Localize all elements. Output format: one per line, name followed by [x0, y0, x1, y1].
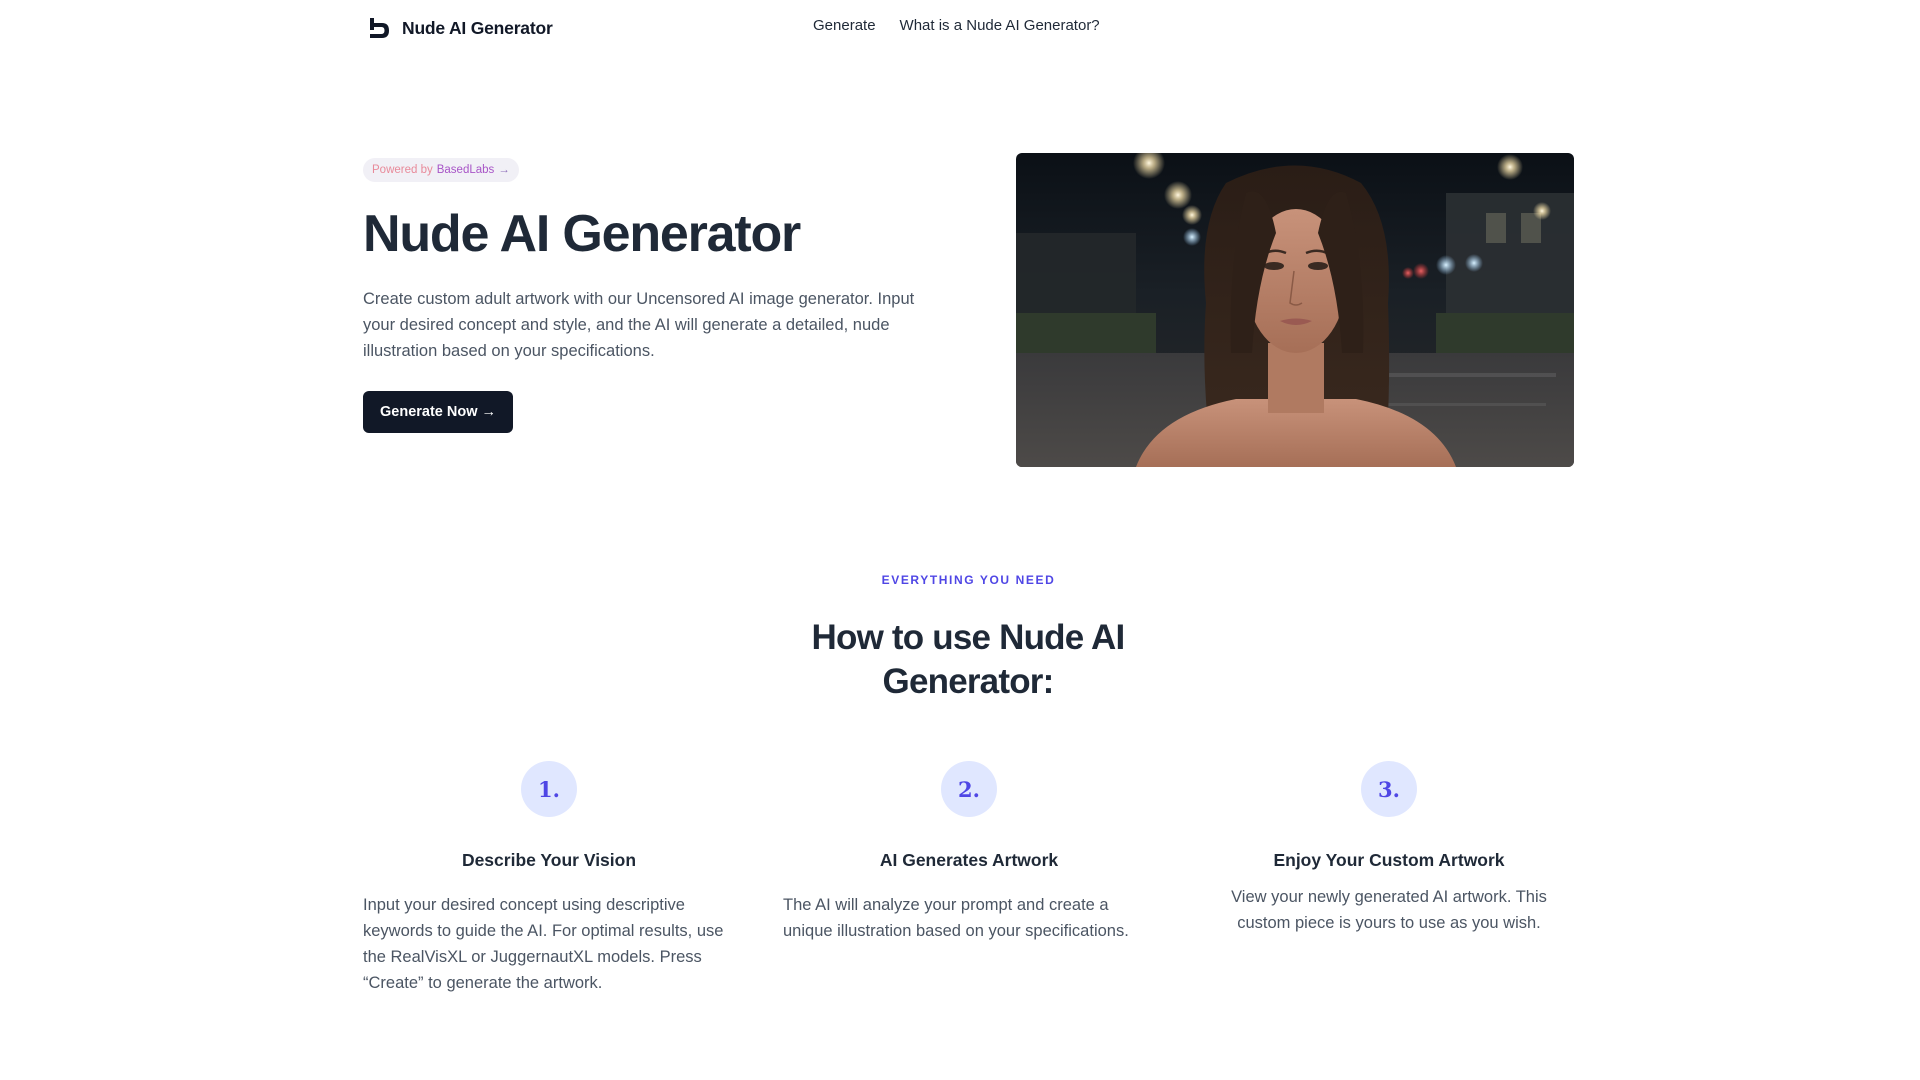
section-eyebrow: EVERYTHING YOU NEED — [881, 573, 1056, 587]
step-description: The AI will analyze your prompt and crea… — [783, 896, 1129, 940]
step-title: Describe Your Vision — [461, 850, 637, 870]
main-nav: Generate What is a Nude AI Generator? — [813, 17, 1100, 34]
basedlabs-logo-icon — [370, 18, 389, 38]
nav-link-what-is[interactable]: What is a Nude AI Generator? — [900, 17, 1100, 34]
step-description: Input your desired concept using descrip… — [363, 896, 724, 992]
hero-description: Create custom adult artwork with our Unc… — [363, 290, 915, 360]
powered-by-brand: BasedLabs — [436, 164, 495, 176]
powered-by-prefix: Powered by — [372, 164, 433, 176]
hero-title: Nude AI Generator — [363, 205, 801, 263]
step-number-badge: 3. — [1361, 761, 1417, 817]
step-card-2: 2. AI Generates Artwork The AI will anal… — [783, 761, 1155, 944]
hero-portrait-image — [1016, 153, 1574, 467]
generate-now-button[interactable]: Generate Now → — [363, 391, 514, 433]
step-number-badge: 1. — [521, 761, 577, 817]
section-title: How to use Nude AI Generator: — [811, 618, 1126, 701]
hero-content: Powered by BasedLabs → Nude AI Generator… — [363, 158, 933, 433]
arrow-right-icon: → — [498, 164, 510, 176]
step-number-badge: 2. — [941, 761, 997, 817]
step-description: View your newly generated AI artwork. Th… — [1231, 888, 1547, 932]
step-title: AI Generates Artwork — [879, 850, 1059, 870]
brand-name: Nude AI Generator — [402, 17, 553, 38]
nav-link-generate[interactable]: Generate — [813, 17, 876, 34]
step-card-1: 1. Describe Your Vision Input your desir… — [363, 761, 735, 996]
step-title: Enjoy Your Custom Artwork — [1273, 850, 1505, 870]
top-navigation-bar: Nude AI Generator Generate What is a Nud… — [0, 0, 1920, 56]
brand-link[interactable]: Nude AI Generator — [368, 14, 553, 42]
step-card-3: 3. Enjoy Your Custom Artwork View your n… — [1203, 761, 1575, 936]
powered-by-badge[interactable]: Powered by BasedLabs → — [363, 158, 519, 182]
